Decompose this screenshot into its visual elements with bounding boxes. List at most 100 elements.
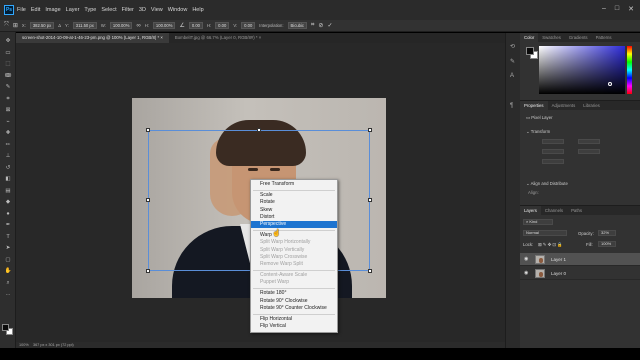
move-tool-icon[interactable]: ✥ xyxy=(3,38,13,44)
menu-item-flip-horizontal[interactable]: Flip Horizontal xyxy=(251,316,337,323)
artboard-tool-icon[interactable]: ▭ xyxy=(3,50,13,56)
angle-field[interactable]: 0.00 xyxy=(188,22,203,29)
minimize-icon[interactable]: – xyxy=(602,5,606,13)
visibility-eye-icon[interactable]: ◉ xyxy=(524,270,528,276)
warp-toggle-icon[interactable]: ⌗ xyxy=(311,22,314,29)
prop-w-field[interactable] xyxy=(542,139,564,144)
menu-image[interactable]: Image xyxy=(45,7,60,13)
commit-transform-icon[interactable]: ✓ xyxy=(327,22,332,29)
y-position-field[interactable]: 311.50 px xyxy=(72,22,97,29)
tab-channels[interactable]: Channels xyxy=(541,206,567,215)
transform-handle-top-right[interactable] xyxy=(368,128,372,132)
blend-mode-select[interactable]: Normal xyxy=(523,230,567,236)
hand-tool-icon[interactable]: ✋ xyxy=(3,268,13,274)
quick-select-tool-icon[interactable]: ✎ xyxy=(3,84,13,90)
prop-x-field[interactable] xyxy=(542,149,564,154)
layer-name[interactable]: Layer 0 xyxy=(551,271,566,276)
link-icon[interactable]: ∞ xyxy=(136,23,140,29)
fill-field[interactable]: 100% xyxy=(598,241,616,247)
layer-name[interactable]: Layer 1 xyxy=(551,257,566,262)
tab-screen-shot[interactable]: screen-shot-2014-10-09-at-1-46-23-pm.png… xyxy=(16,33,169,43)
tab-bombelit[interactable]: BombelIT.jpg @ 66.7% (Layer 0, RGB/8#) *… xyxy=(169,33,267,43)
align-section-label[interactable]: ⌄ Align and Distribute xyxy=(526,181,568,187)
dodge-tool-icon[interactable]: ● xyxy=(3,211,13,217)
lasso-tool-icon[interactable]: ↂ xyxy=(3,73,13,79)
hue-slider[interactable] xyxy=(627,46,632,94)
delta-icon[interactable]: Δ xyxy=(58,23,61,28)
prop-angle-field[interactable] xyxy=(542,159,564,164)
brush-settings-icon[interactable]: ✎ xyxy=(510,58,515,65)
layer-filter-select[interactable]: ⌕ Kind xyxy=(523,219,553,225)
layer-row-layer-1[interactable]: ◉ Layer 1 xyxy=(520,253,640,266)
menu-filter[interactable]: Filter xyxy=(122,7,134,13)
menu-item-rotate-180[interactable]: Rotate 180° xyxy=(251,290,337,297)
paragraph-icon[interactable]: ¶ xyxy=(510,103,513,109)
menu-item-perspective[interactable]: Perspective xyxy=(251,220,337,229)
transform-handle-top-left[interactable] xyxy=(146,128,150,132)
menu-item-free-transform[interactable]: Free Transform xyxy=(251,181,337,188)
foreground-color-swatch[interactable] xyxy=(526,47,534,55)
healing-tool-icon[interactable]: ✚ xyxy=(3,130,13,136)
prop-h-field[interactable] xyxy=(578,139,600,144)
menu-item-scale[interactable]: Scale xyxy=(251,192,337,199)
menu-file[interactable]: File xyxy=(17,7,26,13)
menu-item-rotate[interactable]: Rotate xyxy=(251,199,337,206)
tab-color[interactable]: Color xyxy=(520,33,539,42)
zoom-level[interactable]: 100% xyxy=(19,343,29,347)
path-select-tool-icon[interactable]: ➤ xyxy=(3,245,13,251)
width-field[interactable]: 100.00% xyxy=(109,22,133,29)
history-brush-tool-icon[interactable]: ↺ xyxy=(3,165,13,171)
color-picker-cursor[interactable] xyxy=(608,82,612,86)
zoom-tool-icon[interactable]: ⌕ xyxy=(3,280,13,286)
reference-point-icon[interactable]: ⊞ xyxy=(13,22,18,29)
menu-help[interactable]: Help xyxy=(192,7,203,13)
eraser-tool-icon[interactable]: ◧ xyxy=(3,176,13,182)
close-icon[interactable]: ✕ xyxy=(628,5,634,13)
type-tool-icon[interactable]: T xyxy=(3,234,13,240)
gradient-tool-icon[interactable]: ▤ xyxy=(3,188,13,194)
menu-view[interactable]: View xyxy=(151,7,163,13)
menu-item-warp[interactable]: Warp xyxy=(251,232,337,239)
close-icon[interactable]: × xyxy=(160,35,163,40)
color-picker-field[interactable] xyxy=(539,46,625,94)
visibility-eye-icon[interactable]: ◉ xyxy=(524,256,528,262)
menu-item-rotate-90-counter-clockwise[interactable]: Rotate 90° Counter Clockwise xyxy=(251,305,337,312)
transform-handle-bottom-right[interactable] xyxy=(368,269,372,273)
lock-icons[interactable]: ⊠ ✎ ✥ ⊡ 🔒 xyxy=(538,242,563,248)
v-skew-field[interactable]: 0.00 xyxy=(241,22,256,29)
menu-3d[interactable]: 3D xyxy=(139,7,146,13)
marquee-tool-icon[interactable]: ⬚ xyxy=(3,61,13,67)
cancel-transform-icon[interactable]: ⊘ xyxy=(318,22,323,29)
maximize-icon[interactable]: □ xyxy=(615,5,619,13)
tab-properties[interactable]: Properties xyxy=(520,101,548,110)
transform-handle-right[interactable] xyxy=(368,198,372,202)
transform-handle-left[interactable] xyxy=(146,198,150,202)
blur-tool-icon[interactable]: ◆ xyxy=(3,199,13,205)
transform-handle-bottom-left[interactable] xyxy=(146,269,150,273)
menu-select[interactable]: Select xyxy=(101,7,116,13)
prop-y-field[interactable] xyxy=(578,149,600,154)
pen-tool-icon[interactable]: ✒ xyxy=(3,222,13,228)
h-skew-field[interactable]: 0.00 xyxy=(215,22,230,29)
transform-handle-top[interactable] xyxy=(257,128,261,132)
clone-stamp-tool-icon[interactable]: ⊥ xyxy=(3,153,13,159)
history-icon[interactable]: ⟲ xyxy=(510,43,515,50)
menu-item-skew[interactable]: Skew xyxy=(251,207,337,214)
close-icon[interactable]: × xyxy=(259,35,262,40)
document-info[interactable]: 367 px x 301 px (72 ppi) xyxy=(33,343,74,347)
tab-paths[interactable]: Paths xyxy=(567,206,586,215)
tab-layers[interactable]: Layers xyxy=(520,206,541,215)
foreground-color-swatch[interactable] xyxy=(2,324,9,331)
menu-type[interactable]: Type xyxy=(84,7,96,13)
tab-swatches[interactable]: Swatches xyxy=(538,33,565,42)
x-position-field[interactable]: 382.50 px xyxy=(29,22,55,29)
more-tools-icon[interactable]: … xyxy=(3,291,13,297)
interpolation-select[interactable]: Bicubic xyxy=(287,22,308,29)
tab-libraries[interactable]: Libraries xyxy=(579,101,603,110)
menu-layer[interactable]: Layer xyxy=(66,7,80,13)
brush-tool-icon[interactable]: ✏ xyxy=(3,142,13,148)
frame-tool-icon[interactable]: ⊠ xyxy=(3,107,13,113)
crop-tool-icon[interactable]: ⌗ xyxy=(3,96,13,102)
menu-item-rotate-90-clockwise[interactable]: Rotate 90° Clockwise xyxy=(251,298,337,305)
menu-item-distort[interactable]: Distort xyxy=(251,214,337,221)
